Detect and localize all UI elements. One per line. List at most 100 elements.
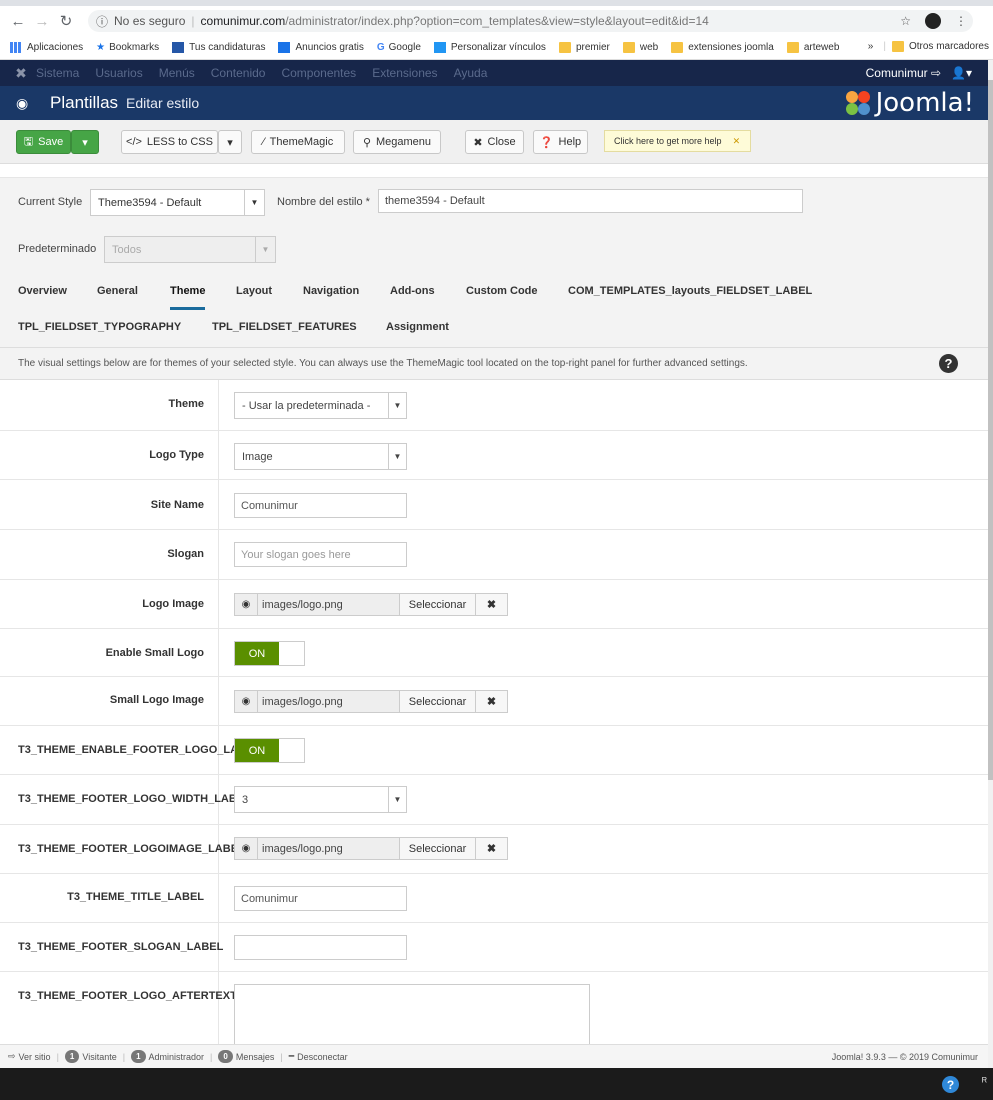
- back-icon[interactable]: ←: [6, 13, 30, 30]
- tab-theme[interactable]: Theme: [170, 285, 205, 297]
- tab-general[interactable]: General: [97, 285, 138, 297]
- tab-navigation[interactable]: Navigation: [303, 285, 359, 297]
- footer-logo-width-select[interactable]: 3 ▼: [234, 786, 407, 813]
- help-circle-icon[interactable]: ?: [939, 354, 958, 373]
- clear-icon[interactable]: ✖: [476, 690, 508, 713]
- tab-layouts-fieldset[interactable]: COM_TEMPLATES_layouts_FIELDSET_LABEL: [568, 285, 812, 297]
- field-row-footer-logo-width: T3_THEME_FOOTER_LOGO_WIDTH_LAB 3 ▼: [0, 775, 988, 825]
- help-button[interactable]: ❓ Help: [533, 130, 588, 154]
- preview-eye-icon[interactable]: ◉: [234, 593, 258, 616]
- extension-icon[interactable]: [925, 13, 941, 29]
- visitors-link[interactable]: 1 Visitante: [64, 1050, 117, 1063]
- star-icon[interactable]: ☆: [900, 14, 911, 28]
- people-icon[interactable]: ᴿ: [982, 1076, 987, 1088]
- bookmark-arteweb[interactable]: arteweb: [786, 42, 839, 53]
- clear-icon[interactable]: ✖: [476, 593, 508, 616]
- reload-icon[interactable]: ↻: [54, 12, 78, 30]
- tab-addons[interactable]: Add-ons: [390, 285, 435, 297]
- close-button[interactable]: ✖ Close: [465, 130, 524, 154]
- bookmark-apps[interactable]: Aplicaciones: [10, 42, 83, 53]
- megamenu-button[interactable]: ⚲ Megamenu: [353, 130, 441, 154]
- preview-eye-icon[interactable]: ◉: [234, 837, 258, 860]
- forward-icon[interactable]: →: [30, 13, 54, 30]
- url-field[interactable]: ⓘ No es seguro | comunimur.com /administ…: [88, 10, 973, 32]
- slogan-input[interactable]: Your slogan goes here: [234, 542, 407, 567]
- help-circle-icon[interactable]: ?: [942, 1076, 959, 1093]
- logo-image-select-button[interactable]: Seleccionar: [400, 593, 476, 616]
- menu-usuarios[interactable]: Usuarios: [95, 66, 142, 80]
- toolbar: 🖫 Save ▾ </> LESS to CSS ▾ ⁄ ThemeMagic ⚲ Me…: [0, 120, 988, 164]
- footer-slogan-input[interactable]: [234, 935, 407, 960]
- info-icon[interactable]: ⓘ: [96, 13, 108, 30]
- less-to-css-button[interactable]: </> LESS to CSS: [121, 130, 218, 154]
- menu-menus[interactable]: Menús: [159, 66, 195, 80]
- theme-select[interactable]: - Usar la predeterminada - ▼: [234, 392, 407, 419]
- default-select[interactable]: Todos ▼: [104, 236, 276, 263]
- style-name-input[interactable]: theme3594 - Default: [378, 189, 803, 213]
- bookmark-extensiones[interactable]: extensiones joomla: [671, 42, 774, 53]
- apps-grid-icon: [10, 42, 22, 53]
- current-style-select[interactable]: Theme3594 - Default ▼: [90, 189, 265, 216]
- user-menu-icon[interactable]: 👤▾: [951, 66, 972, 80]
- footer-logo-enable-toggle[interactable]: ON: [234, 738, 305, 763]
- joomla-menu-icon[interactable]: ✖: [6, 65, 36, 82]
- preview-eye-icon[interactable]: ◉: [234, 690, 258, 713]
- sitemap-icon: ⚲: [362, 136, 371, 149]
- tab-layout[interactable]: Layout: [236, 285, 272, 297]
- menu-ayuda[interactable]: Ayuda: [454, 66, 488, 80]
- bookmark-anuncios[interactable]: Anuncios gratis: [278, 42, 364, 53]
- menu-extensiones[interactable]: Extensiones: [372, 66, 437, 80]
- thememagic-button[interactable]: ⁄ ThemeMagic: [251, 130, 345, 154]
- small-logo-image-label: Small Logo Image: [109, 694, 204, 706]
- help-tip[interactable]: Click here to get more help ✕: [604, 130, 751, 152]
- bookmark-premier[interactable]: premier: [558, 42, 610, 53]
- tab-custom-code[interactable]: Custom Code: [466, 285, 538, 297]
- messages-link[interactable]: 0 Mensajes: [218, 1050, 274, 1063]
- tab-typography[interactable]: TPL_FIELDSET_TYPOGRAPHY: [18, 321, 181, 333]
- bookmark-personalizar[interactable]: Personalizar vínculos: [433, 42, 546, 53]
- bookmark-bookmarks[interactable]: ★ Bookmarks: [96, 42, 159, 53]
- tab-features[interactable]: TPL_FIELDSET_FEATURES: [212, 321, 357, 333]
- menu-contenido[interactable]: Contenido: [211, 66, 266, 80]
- admins-link[interactable]: 1 Administrador: [131, 1050, 204, 1063]
- footer-logo-image-select-button[interactable]: Seleccionar: [400, 837, 476, 860]
- admin-menubar: ✖ Sistema Usuarios Menús Contenido Compo…: [0, 60, 988, 86]
- close-tip-icon[interactable]: ✕: [733, 136, 741, 147]
- menu-componentes[interactable]: Componentes: [281, 66, 356, 80]
- tab-overview[interactable]: Overview: [18, 285, 67, 297]
- url-path: /administrator/index.php?option=com_temp…: [285, 14, 709, 28]
- folder-icon: [622, 42, 635, 53]
- logout-link[interactable]: ━ Desconectar: [289, 1051, 348, 1062]
- scrollbar-thumb[interactable]: [988, 80, 993, 780]
- title-input[interactable]: Comunimur: [234, 886, 407, 911]
- kebab-menu-icon[interactable]: ⋮: [955, 14, 967, 28]
- folder-icon: [671, 42, 684, 53]
- logo-type-select[interactable]: Image ▼: [234, 443, 407, 470]
- folder-icon: [558, 42, 571, 53]
- view-site-link[interactable]: ⇨ Ver sitio: [8, 1051, 51, 1062]
- enable-small-logo-toggle[interactable]: ON: [234, 641, 305, 666]
- page-scrollbar[interactable]: [988, 60, 993, 1068]
- clear-icon[interactable]: ✖: [476, 837, 508, 860]
- bookmark-web[interactable]: web: [622, 42, 658, 53]
- tab-assignment[interactable]: Assignment: [386, 321, 449, 333]
- bookmark-candidaturas[interactable]: Tus candidaturas: [172, 42, 265, 53]
- save-dropdown-button[interactable]: ▾: [71, 130, 99, 154]
- save-icon: 🖫: [23, 135, 34, 148]
- more-bookmarks-button[interactable]: »: [868, 41, 874, 52]
- save-button[interactable]: 🖫 Save: [16, 130, 71, 154]
- eye-icon: ◉: [16, 94, 29, 111]
- page-title: Plantillas: [50, 93, 119, 112]
- field-row-title: T3_THEME_TITLE_LABEL Comunimur: [0, 874, 988, 923]
- caret-down-icon: ▼: [244, 190, 264, 215]
- field-row-small-logo-image: Small Logo Image ◉ images/logo.png Selec…: [0, 677, 988, 726]
- bookmark-otros[interactable]: Otros marcadores: [909, 41, 989, 52]
- url-warning: No es seguro: [114, 14, 186, 28]
- footer-aftertext-textarea[interactable]: [234, 984, 590, 1044]
- site-link[interactable]: Comunimur ⇨: [866, 66, 941, 80]
- menu-sistema[interactable]: Sistema: [36, 66, 79, 80]
- bookmark-google[interactable]: G Google: [377, 42, 421, 53]
- small-logo-image-select-button[interactable]: Seleccionar: [400, 690, 476, 713]
- less-dropdown-button[interactable]: ▾: [218, 130, 242, 154]
- site-name-input[interactable]: Comunimur: [234, 493, 407, 518]
